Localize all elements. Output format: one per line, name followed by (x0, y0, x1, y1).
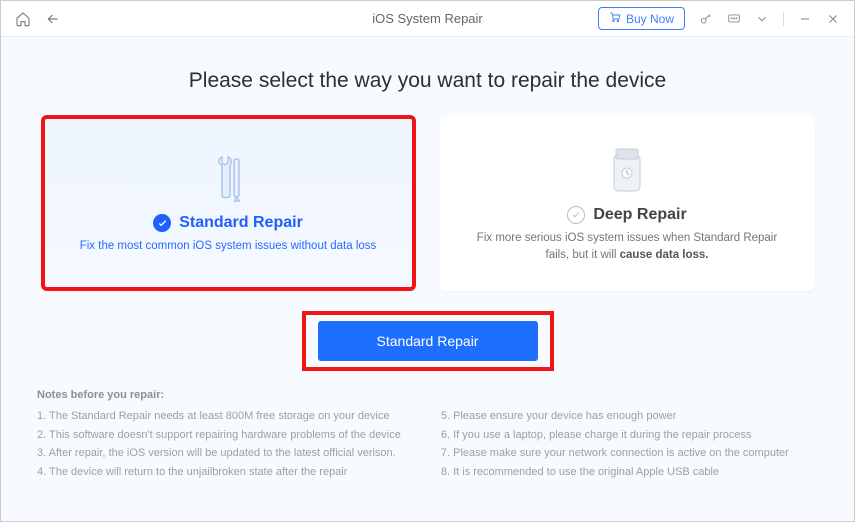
note-item: 5. Please ensure your device has enough … (441, 407, 789, 426)
standard-repair-button[interactable]: Standard Repair (318, 321, 538, 361)
home-icon[interactable] (15, 11, 31, 27)
action-area: Standard Repair (37, 311, 818, 371)
notes-col-right: 5. Please ensure your device has enough … (441, 407, 789, 482)
buy-now-button[interactable]: Buy Now (598, 7, 685, 30)
note-item: 3. After repair, the iOS version will be… (37, 444, 401, 463)
note-item: 7. Please make sure your network connect… (441, 444, 789, 463)
check-icon (153, 214, 171, 232)
note-item: 8. It is recommended to use the original… (441, 463, 789, 482)
standard-repair-card[interactable]: Standard Repair Fix the most common iOS … (41, 115, 416, 291)
close-icon[interactable] (826, 12, 840, 26)
repair-options: Standard Repair Fix the most common iOS … (37, 115, 818, 291)
app-window: iOS System Repair Buy Now (0, 0, 855, 522)
buy-now-label: Buy Now (626, 12, 674, 26)
standard-repair-title: Standard Repair (179, 214, 303, 232)
note-item: 6. If you use a laptop, please charge it… (441, 426, 789, 445)
key-icon[interactable] (699, 12, 713, 26)
deep-repair-title: Deep Repair (593, 206, 686, 224)
cart-icon (609, 11, 621, 26)
notes-title: Notes before you repair: (37, 389, 818, 401)
feedback-icon[interactable] (727, 12, 741, 26)
minimize-icon[interactable] (798, 12, 812, 26)
notes-col-left: 1. The Standard Repair needs at least 80… (37, 407, 401, 482)
content-area: Please select the way you want to repair… (1, 37, 854, 521)
back-icon[interactable] (45, 11, 61, 27)
device-icon (602, 142, 652, 200)
deep-repair-card[interactable]: Deep Repair Fix more serious iOS system … (440, 115, 815, 291)
deep-repair-desc: Fix more serious iOS system issues when … (468, 230, 787, 265)
unchecked-icon (567, 206, 585, 224)
note-item: 4. The device will return to the unjailb… (37, 463, 401, 482)
separator (783, 12, 784, 26)
standard-repair-desc: Fix the most common iOS system issues wi… (80, 238, 377, 255)
page-title: Please select the way you want to repair… (37, 69, 818, 93)
tools-icon (207, 150, 249, 208)
titlebar: iOS System Repair Buy Now (1, 1, 854, 37)
chevron-down-icon[interactable] (755, 12, 769, 26)
note-item: 2. This software doesn't support repairi… (37, 426, 401, 445)
action-highlight: Standard Repair (302, 311, 554, 371)
notes-section: Notes before you repair: 1. The Standard… (37, 389, 818, 482)
note-item: 1. The Standard Repair needs at least 80… (37, 407, 401, 426)
